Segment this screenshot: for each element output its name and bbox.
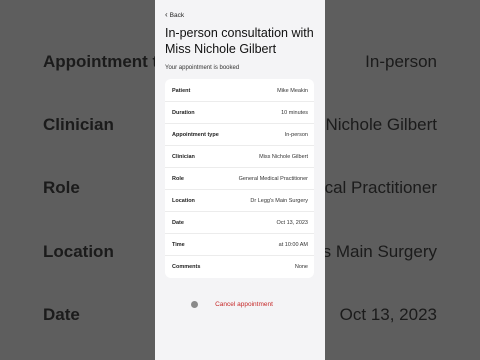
detail-label: Comments [172, 264, 201, 270]
appointment-panel: ‹ Back In-person consultation with Miss … [155, 0, 325, 360]
detail-row-comments: Comments None [165, 256, 314, 278]
booking-status-text: Your appointment is booked [165, 65, 240, 71]
detail-row-date: Date Oct 13, 2023 [165, 212, 314, 234]
detail-label: Clinician [172, 153, 195, 160]
appointment-details-card: Patient Mike Meakin Duration 10 minutes … [165, 79, 314, 278]
detail-label: Role [172, 175, 184, 182]
touch-indicator [191, 301, 198, 308]
detail-row-role: Role General Medical Practitioner [165, 168, 314, 190]
detail-value: Mike Meakin [277, 87, 308, 94]
detail-row-time: Time at 10:00 AM [165, 234, 314, 256]
back-label: Back [169, 11, 185, 19]
detail-value: In-person [284, 131, 308, 138]
detail-value: Miss Nichole Gilbert [259, 153, 308, 160]
detail-label: Appointment type [172, 131, 219, 138]
cancel-appointment-button[interactable]: Cancel appointment [181, 296, 307, 312]
detail-label: Patient [172, 87, 191, 94]
detail-label: Duration [172, 109, 195, 116]
page-title: In-person consultation with Miss Nichole… [165, 26, 314, 56]
detail-row-appointment-type: Appointment type In-person [165, 124, 314, 146]
detail-label: Date [172, 219, 184, 226]
back-link[interactable]: ‹ Back [165, 11, 184, 19]
chevron-left-icon: ‹ [165, 10, 168, 19]
detail-label: Time [172, 241, 185, 248]
detail-value: Oct 13, 2023 [276, 219, 309, 226]
detail-value: None [294, 264, 308, 270]
detail-row-patient: Patient Mike Meakin [165, 80, 314, 102]
detail-value: Dr Legg's Main Surgery [250, 197, 308, 204]
detail-value: at 10:00 AM [278, 241, 308, 248]
detail-row-clinician: Clinician Miss Nichole Gilbert [165, 146, 314, 168]
detail-row-duration: Duration 10 minutes [165, 102, 314, 124]
detail-row-location: Location Dr Legg's Main Surgery [165, 190, 314, 212]
detail-value: 10 minutes [281, 109, 308, 116]
detail-value: General Medical Practitioner [238, 175, 308, 182]
detail-label: Location [172, 197, 195, 204]
